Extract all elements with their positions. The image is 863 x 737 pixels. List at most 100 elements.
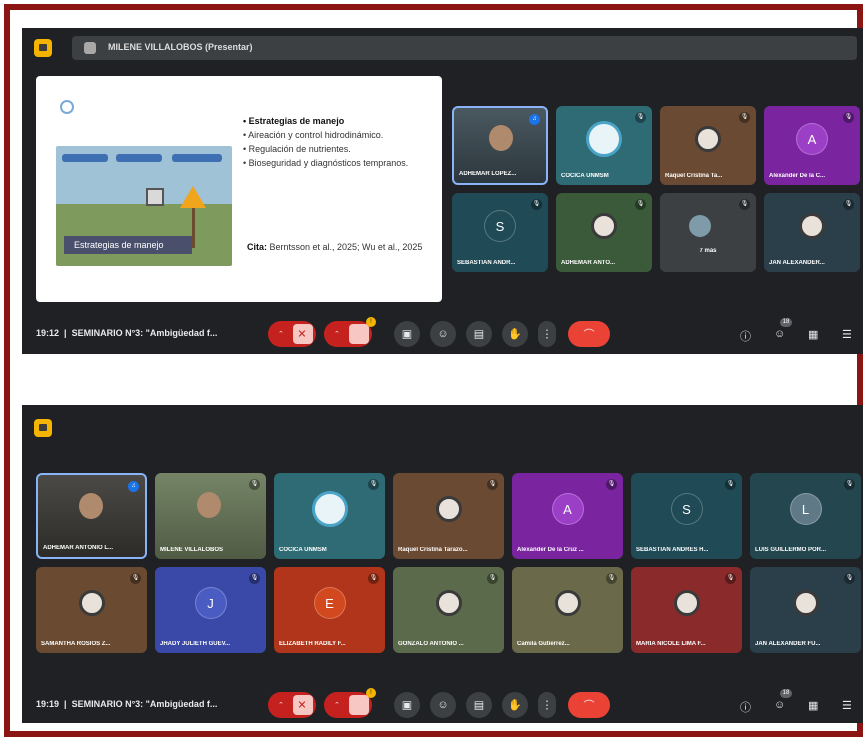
shared-slide: Estrategias de manejo • Estrategias de m… — [36, 76, 442, 302]
participant-tile[interactable]: S 🎙 SEBASTIAN ANDRES H... — [631, 473, 742, 559]
avatar — [78, 590, 105, 617]
info-icon[interactable]: ⓘ — [740, 699, 751, 715]
participant-tile[interactable]: ♫ ADHEMAR ANTONIO L... — [36, 473, 147, 559]
present-button[interactable]: ▣ — [394, 321, 420, 347]
participant-tile[interactable]: 🎙 ADHEMAR ANTO... — [556, 193, 652, 272]
avatar: S — [670, 493, 703, 526]
avatar — [792, 590, 819, 617]
avatar — [554, 590, 581, 617]
avatar: S — [484, 210, 516, 243]
hand-icon: ✋ — [508, 699, 522, 712]
participant-tile[interactable]: A 🎙 Alexander De la Cruz ... — [512, 473, 623, 559]
captions-button[interactable]: ▤ — [466, 692, 492, 718]
participant-tile[interactable]: 🎙 7 más — [660, 193, 756, 272]
more-icon: ⋮ — [541, 699, 553, 712]
participant-tile[interactable]: ♫ ADHEMAR LÓPEZ... — [452, 106, 548, 185]
participant-tile[interactable]: 🎙 Raquel Cristina Tarazo... — [393, 473, 504, 559]
mic-muted-icon: 🎙 — [843, 199, 854, 210]
present-icon: ▣ — [401, 699, 413, 712]
participant-tile[interactable]: E 🎙 ELIZABETH RADILY F... — [274, 567, 385, 653]
mic-toggle-button[interactable]: ⌃ ✕ — [268, 321, 316, 347]
activities-icon[interactable]: ☰ — [842, 699, 852, 712]
mic-muted-icon: 🎙 — [635, 199, 646, 210]
mic-off-icon: ✕ — [297, 328, 307, 341]
participant-tile[interactable]: S 🎙 SEBASTIAN ANDR... — [452, 193, 548, 272]
mic-muted-icon: 🎙 — [725, 479, 736, 490]
info-icon[interactable]: ⓘ — [740, 328, 751, 344]
more-options-button[interactable]: ⋮ — [538, 692, 556, 718]
chat-icon[interactable]: ▦ — [808, 328, 818, 341]
avatar: J — [194, 587, 227, 620]
participant-tile[interactable]: 🎙 Raquel Cristina Ta... — [660, 106, 756, 185]
mic-muted-icon: 🎙 — [368, 479, 379, 490]
participant-tile[interactable]: 🎙 GONZALO ANTONIO ... — [393, 567, 504, 653]
org-logo-icon — [311, 491, 348, 528]
activities-icon[interactable]: ☰ — [842, 328, 852, 341]
avatar — [435, 496, 462, 523]
bullet-item: • Bioseguridad y diagnósticos tempranos. — [243, 158, 409, 168]
warning-icon — [180, 186, 206, 208]
participant-tile[interactable]: 🎙 JAN ALEXANDER FU... — [750, 567, 861, 653]
mic-muted-icon: 🎙 — [739, 112, 750, 123]
emoji-icon: ☺ — [437, 699, 449, 711]
end-call-button[interactable]: ⌒ — [568, 692, 610, 718]
meeting-title: SEMINARIO N°3: "Ambigüedad f... — [71, 328, 218, 338]
participant-tile[interactable]: 🎙 COCICA UNMSM — [556, 106, 652, 185]
captions-button[interactable]: ▤ — [466, 321, 492, 347]
emoji-button[interactable]: ☺ — [430, 692, 456, 718]
camera-toggle-button[interactable]: ⌃ ! — [324, 317, 376, 347]
org-logo-icon — [586, 121, 622, 158]
participant-tile[interactable]: 🎙 MARIA NICOLE LIMA F... — [631, 567, 742, 653]
participant-tile[interactable]: 🎙 SAMANTHA ROSIOS Z... — [36, 567, 147, 653]
chat-icon[interactable]: ▦ — [808, 699, 818, 712]
participant-tile[interactable]: 🎙 Camila Gutierrez... — [512, 567, 623, 653]
participant-name: ADHEMAR ANTO... — [561, 260, 615, 266]
participant-tile[interactable]: L 🎙 LUIS GUILLERMO POR... — [750, 473, 861, 559]
more-icon: ⋮ — [541, 328, 553, 341]
present-button[interactable]: ▣ — [394, 692, 420, 718]
alert-badge: ! — [366, 317, 376, 327]
end-call-button[interactable]: ⌒ — [568, 321, 610, 347]
raise-hand-button[interactable]: ✋ — [502, 321, 528, 347]
participant-name: MILENE VILLALOBOS — [160, 547, 223, 553]
participant-name: SEBASTIAN ANDR... — [457, 260, 516, 266]
checklist-icon — [146, 188, 164, 206]
emoji-button[interactable]: ☺ — [430, 321, 456, 347]
meeting-info: 19:19 | SEMINARIO N°3: "Ambigüedad f... — [36, 699, 218, 709]
participant-name: JAN ALEXANDER FU... — [755, 641, 821, 647]
participant-tile[interactable]: 🎙 MILENE VILLALOBOS — [155, 473, 266, 559]
avatar: A — [551, 493, 584, 526]
speaking-icon: ♫ — [128, 481, 139, 492]
slide-bullets: • Estrategias de manejo • Aireación y co… — [243, 116, 433, 172]
people-icon[interactable]: ☺ — [774, 328, 785, 340]
camera-toggle-button[interactable]: ⌃ ! — [324, 688, 376, 718]
participant-name: SAMANTHA ROSIOS Z... — [41, 641, 111, 647]
participant-name: COCICA UNMSM — [279, 547, 327, 553]
presenter-bar[interactable]: MILENE VILLALOBOS (Presentar) — [72, 36, 857, 60]
participant-tile[interactable]: 🎙 COCICA UNMSM — [274, 473, 385, 559]
participant-name: MARIA NICOLE LIMA F... — [636, 641, 706, 647]
participant-tile[interactable]: 🎙 JAN ALEXANDER... — [764, 193, 860, 272]
raise-hand-button[interactable]: ✋ — [502, 692, 528, 718]
cita-label: Cita: — [247, 242, 267, 252]
people-icon[interactable]: ☺ — [774, 699, 785, 711]
participant-name: ELIZABETH RADILY F... — [279, 641, 346, 647]
meeting-time: 19:19 — [36, 699, 60, 709]
meeting-info: 19:12 | SEMINARIO N°3: "Ambigüedad f... — [36, 328, 218, 338]
cita-text: Berntsson et al., 2025; Wu et al., 2025 — [267, 242, 423, 252]
more-options-button[interactable]: ⋮ — [538, 321, 556, 347]
speaking-icon: ♫ — [529, 114, 540, 125]
participant-tile[interactable]: J 🎙 JHADY JULIETH GUEV... — [155, 567, 266, 653]
bullet-item: • Regulación de nutrientes. — [243, 144, 351, 154]
mic-muted-icon: 🎙 — [130, 573, 141, 584]
participant-tile[interactable]: A 🎙 Alexander De la C... — [764, 106, 860, 185]
participant-name: JHADY JULIETH GUEV... — [160, 641, 231, 647]
person-silhouette — [78, 493, 103, 520]
slide-logo-icon — [60, 100, 74, 114]
mic-toggle-button[interactable]: ⌃ ✕ — [268, 692, 316, 718]
avatar — [673, 590, 700, 617]
avatar — [695, 126, 721, 153]
mic-muted-icon: 🎙 — [249, 573, 260, 584]
participant-name: Raquel Cristina Ta... — [665, 173, 723, 179]
participant-name: Camila Gutierrez... — [517, 641, 570, 647]
